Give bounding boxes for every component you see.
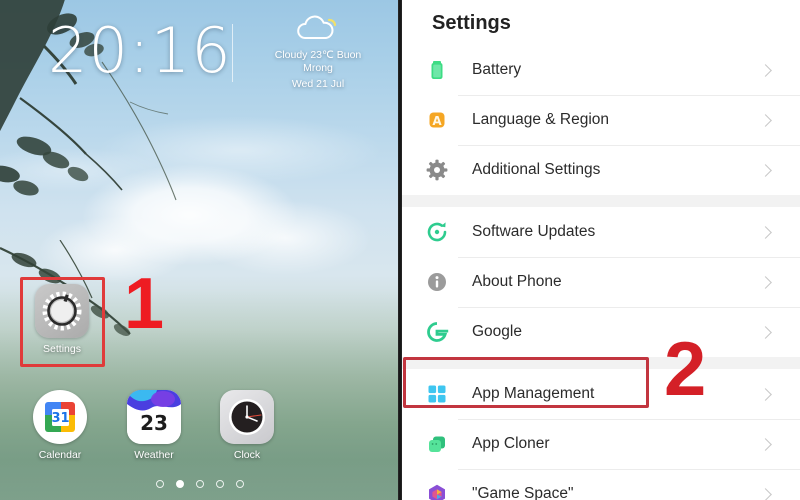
app-icon-calendar[interactable]: 31 Calendar bbox=[28, 390, 92, 461]
weather-location: Mrong bbox=[303, 61, 333, 74]
app-icon-weather[interactable]: 23 Weather bbox=[122, 390, 186, 461]
page-dot[interactable] bbox=[196, 480, 204, 488]
page-dot[interactable] bbox=[236, 480, 244, 488]
settings-row-about-phone[interactable]: About Phone bbox=[402, 257, 800, 307]
settings-row-battery[interactable]: Battery bbox=[402, 45, 800, 95]
svg-text:A: A bbox=[432, 114, 442, 128]
calendar-app-tile: 31 bbox=[33, 390, 87, 444]
annotation-step-1: 1 bbox=[124, 264, 165, 344]
settings-group-3: App Management App Cloner "Game Space" bbox=[402, 369, 800, 500]
weather-widget[interactable]: Cloudy 23℃ Buon Mrong Wed 21 Jul bbox=[248, 14, 388, 91]
annotation-step-2: 2 bbox=[664, 327, 707, 412]
app-icon-clock[interactable]: Clock bbox=[215, 390, 279, 461]
settings-row-app-cloner[interactable]: App Cloner bbox=[402, 419, 800, 469]
hexagon-gem-icon bbox=[424, 481, 450, 500]
chevron-right-icon bbox=[759, 387, 772, 401]
settings-row-label: App Management bbox=[472, 385, 595, 402]
settings-row-google[interactable]: Google bbox=[402, 307, 800, 357]
gear-icon bbox=[424, 157, 450, 183]
page-dot[interactable] bbox=[216, 480, 224, 488]
svg-text:31: 31 bbox=[51, 411, 69, 426]
settings-row-label: App Cloner bbox=[472, 435, 550, 452]
settings-panel: Settings Battery A Language & Region Add… bbox=[402, 0, 800, 500]
screenshot-root: 20:16 Cloudy 23℃ Buon Mrong Wed 21 Jul S… bbox=[0, 0, 800, 500]
chevron-right-icon bbox=[759, 163, 772, 177]
settings-row-label: Language & Region bbox=[472, 111, 610, 128]
page-dot[interactable] bbox=[156, 480, 164, 488]
chevron-right-icon bbox=[759, 487, 772, 500]
page-title: Settings bbox=[432, 12, 511, 34]
settings-row-app-management[interactable]: App Management bbox=[402, 369, 800, 419]
chevron-right-icon bbox=[759, 113, 772, 127]
phone-home-screen: 20:16 Cloudy 23℃ Buon Mrong Wed 21 Jul S… bbox=[0, 0, 400, 500]
refresh-circle-icon bbox=[424, 219, 450, 245]
calendar-icon: 31 bbox=[45, 402, 75, 432]
settings-row-label: About Phone bbox=[472, 273, 562, 290]
cloud-icon bbox=[297, 15, 337, 39]
chevron-right-icon bbox=[759, 63, 772, 77]
page-dot-active[interactable] bbox=[176, 480, 184, 488]
chevron-right-icon bbox=[759, 275, 772, 289]
chevron-right-icon bbox=[759, 437, 772, 451]
battery-icon bbox=[424, 57, 450, 83]
grid-squares-icon bbox=[424, 381, 450, 407]
settings-group-2: Software Updates About Phone Google bbox=[402, 207, 800, 357]
settings-row-label: Battery bbox=[472, 61, 522, 78]
info-circle-icon bbox=[424, 269, 450, 295]
settings-row-game-space[interactable]: "Game Space" bbox=[402, 469, 800, 500]
settings-row-language-region[interactable]: A Language & Region bbox=[402, 95, 800, 145]
clock-weather-widget[interactable]: 20:16 Cloudy 23℃ Buon Mrong Wed 21 Jul bbox=[0, 8, 400, 103]
settings-group-1: Battery A Language & Region Additional S… bbox=[402, 45, 800, 195]
clock-icon bbox=[229, 399, 265, 435]
language-a-icon: A bbox=[424, 107, 450, 133]
settings-row-label: Google bbox=[472, 323, 522, 340]
panel-divider bbox=[398, 0, 402, 500]
highlight-box-settings bbox=[20, 277, 105, 367]
weather-condition: Cloudy 23℃ Buon bbox=[274, 49, 362, 61]
weather-date: Wed 21 Jul bbox=[291, 78, 345, 90]
chevron-right-icon bbox=[759, 225, 772, 239]
group-separator bbox=[402, 357, 800, 369]
chevron-right-icon bbox=[759, 325, 772, 339]
settings-row-label: Software Updates bbox=[472, 223, 596, 240]
widget-divider bbox=[232, 24, 233, 82]
weather-icon: 23 bbox=[127, 390, 181, 444]
app-label: Calendar bbox=[38, 449, 82, 461]
settings-row-label: "Game Space" bbox=[472, 485, 574, 500]
app-label: Clock bbox=[233, 449, 261, 461]
settings-row-label: Additional Settings bbox=[472, 161, 601, 178]
stacked-squares-icon bbox=[424, 431, 450, 457]
google-g-icon bbox=[424, 319, 450, 345]
app-label: Weather bbox=[134, 449, 174, 461]
settings-row-additional-settings[interactable]: Additional Settings bbox=[402, 145, 800, 195]
settings-row-software-updates[interactable]: Software Updates bbox=[402, 207, 800, 257]
clock-time: 20:16 bbox=[48, 14, 232, 87]
group-separator bbox=[402, 195, 800, 207]
weather-app-tile: 23 bbox=[127, 390, 181, 444]
page-indicator[interactable] bbox=[0, 480, 400, 488]
clock-app-tile bbox=[220, 390, 274, 444]
svg-text:23: 23 bbox=[140, 411, 168, 435]
